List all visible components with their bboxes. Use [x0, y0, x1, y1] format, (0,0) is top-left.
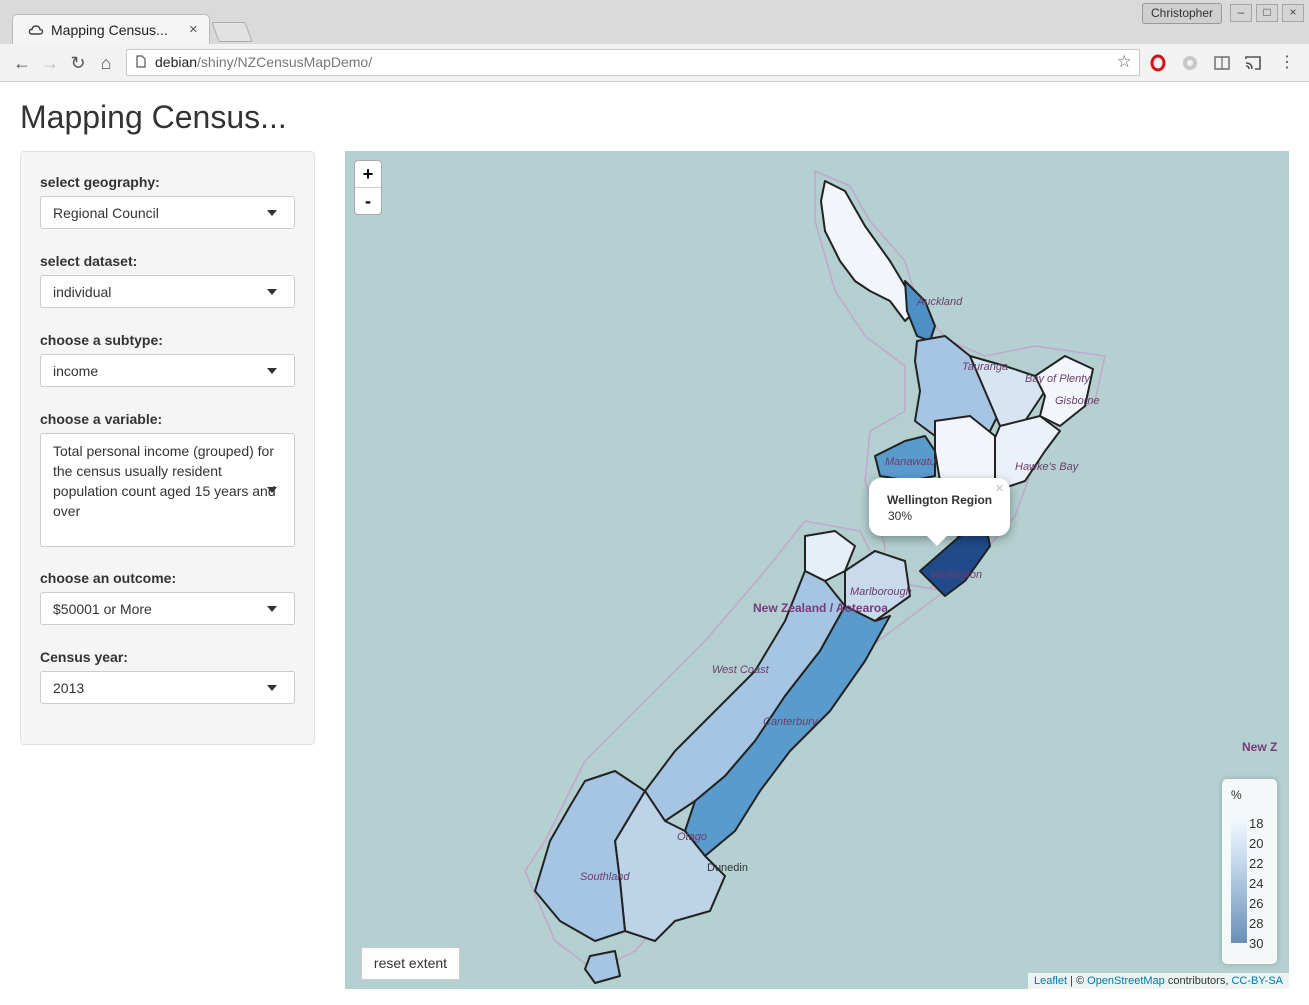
reload-icon[interactable]: ↻ — [67, 52, 89, 74]
map-label-canterbury: Canterbury — [763, 716, 818, 728]
leaflet-map[interactable]: Auckland Tauranga Bay of Plenty Gisborne… — [345, 151, 1289, 989]
browser-tab[interactable]: Mapping Census... × — [12, 14, 210, 45]
profile-button[interactable]: Christopher — [1142, 3, 1222, 24]
map-label-auckland: Auckland — [917, 296, 963, 308]
outcome-select[interactable]: $50001 or More — [40, 592, 295, 625]
map-label-west-coast: West Coast — [712, 664, 769, 676]
geography-select[interactable]: Regional Council — [40, 196, 295, 229]
map-label-otago: Otago — [677, 831, 707, 843]
legend-tick: 28 — [1249, 916, 1264, 931]
map-label-southland: Southland — [580, 871, 630, 883]
page-icon — [136, 55, 146, 68]
dataset-select[interactable]: individual — [40, 275, 295, 308]
stewart-island — [584, 950, 621, 984]
region-popup: × Wellington Region 30% — [869, 478, 1010, 546]
chevron-down-icon — [267, 368, 277, 374]
map-label-bay-of-plenty: Bay of Plenty — [1025, 373, 1090, 385]
subtype-select[interactable]: income — [40, 354, 295, 387]
tab-bar: Mapping Census... × Christopher – □ × — [0, 0, 1309, 45]
map-label-hawkes-bay: Hawke's Bay — [1015, 461, 1079, 473]
variable-value: Total personal income (grouped) for the … — [53, 443, 276, 519]
map-label-wellington: Wellington — [931, 569, 983, 581]
map-label-new-zealand: New Zealand / Aotearoa — [753, 601, 888, 615]
attribution-separator: | © — [1067, 975, 1088, 987]
page-title: Mapping Census... — [20, 99, 287, 135]
menu-dots-icon[interactable]: ⋮ — [1276, 52, 1298, 74]
sidebar-panel: select geography: Regional Council selec… — [20, 151, 315, 745]
legend-tick: 30 — [1249, 936, 1264, 951]
outcome-label: choose an outcome: — [40, 570, 177, 586]
new-tab-button[interactable] — [211, 22, 253, 42]
zoom-in-button[interactable]: + — [355, 161, 381, 188]
url-path: /shiny/NZCensusMapDemo/ — [197, 54, 373, 70]
license-link[interactable]: CC-BY-SA — [1231, 975, 1283, 987]
close-tab-icon[interactable]: × — [189, 21, 198, 38]
chevron-down-icon — [267, 289, 277, 295]
url-host: debian — [155, 54, 198, 70]
subtype-label: choose a subtype: — [40, 332, 163, 348]
map-label-gisborne: Gisborne — [1055, 395, 1100, 407]
variable-label: choose a variable: — [40, 411, 163, 427]
legend-tick: 24 — [1249, 876, 1264, 891]
cast-icon[interactable] — [1244, 54, 1262, 72]
popup-region-name: Wellington Region — [887, 493, 993, 507]
year-value: 2013 — [53, 680, 85, 696]
back-arrow-icon[interactable]: ← — [11, 52, 33, 74]
bookmark-star-icon[interactable]: ☆ — [1117, 52, 1132, 72]
osm-link[interactable]: OpenStreetMap — [1087, 975, 1165, 987]
dataset-label: select dataset: — [40, 253, 138, 269]
map-label-marlborough: Marlborough — [850, 586, 912, 598]
year-label: Census year: — [40, 649, 128, 665]
chevron-down-icon — [267, 210, 277, 216]
forward-arrow-icon[interactable]: → — [39, 52, 61, 74]
variable-select[interactable]: Total personal income (grouped) for the … — [40, 433, 295, 547]
year-select[interactable]: 2013 — [40, 671, 295, 704]
cloud-icon — [28, 25, 44, 35]
legend-title: % — [1231, 788, 1242, 802]
map-legend: % 18 20 22 24 26 28 30 — [1222, 779, 1277, 964]
attribution-contributors: contributors, — [1164, 975, 1232, 987]
tab-title: Mapping Census... — [51, 22, 168, 38]
chevron-down-icon — [267, 487, 277, 493]
browser-chrome: Mapping Census... × Christopher – □ × ← … — [0, 0, 1309, 82]
map-label-new-z: New Z — [1242, 740, 1278, 754]
minimize-icon[interactable]: – — [1230, 4, 1252, 22]
subtype-value: income — [53, 363, 99, 379]
dataset-value: individual — [53, 284, 112, 300]
home-icon[interactable]: ⌂ — [95, 52, 117, 74]
popup-tip — [927, 536, 947, 546]
legend-tick: 18 — [1249, 816, 1264, 831]
reset-extent-button[interactable]: reset extent — [361, 947, 460, 980]
geography-value: Regional Council — [53, 205, 159, 221]
legend-tick: 22 — [1249, 856, 1264, 871]
legend-tick: 20 — [1249, 836, 1264, 851]
chevron-down-icon — [267, 606, 277, 612]
address-bar[interactable]: debian/shiny/NZCensusMapDemo/ ☆ — [126, 49, 1140, 76]
reader-icon[interactable] — [1213, 54, 1231, 72]
maximize-icon[interactable]: □ — [1256, 4, 1278, 22]
popup-region-value: 30% — [888, 509, 913, 523]
opera-icon[interactable] — [1149, 54, 1167, 72]
legend-color-bar — [1231, 815, 1247, 943]
browser-toolbar: ← → ↻ ⌂ debian/shiny/NZCensusMapDemo/ ☆ … — [0, 44, 1309, 82]
new-zealand-map[interactable] — [345, 151, 1289, 989]
outcome-value: $50001 or More — [53, 601, 152, 617]
close-window-icon[interactable]: × — [1282, 4, 1304, 22]
zoom-control: + - — [354, 160, 382, 215]
chevron-down-icon — [267, 685, 277, 691]
page: Mapping Census... select geography: Regi… — [0, 82, 1309, 1005]
map-label-dunedin: Dunedin — [707, 862, 748, 874]
url-text: debian/shiny/NZCensusMapDemo/ — [155, 54, 372, 70]
map-label-tauranga: Tauranga — [962, 361, 1009, 373]
close-popup-icon[interactable]: × — [995, 480, 1004, 497]
geography-label: select geography: — [40, 174, 160, 190]
zoom-out-button[interactable]: - — [355, 188, 381, 214]
legend-tick: 26 — [1249, 896, 1264, 911]
leaflet-link[interactable]: Leaflet — [1034, 975, 1067, 987]
map-label-manawatu: Manawatu — [885, 456, 936, 468]
extension-icon[interactable] — [1181, 54, 1199, 72]
map-attribution: Leaflet | © OpenStreetMap contributors, … — [1027, 973, 1289, 989]
